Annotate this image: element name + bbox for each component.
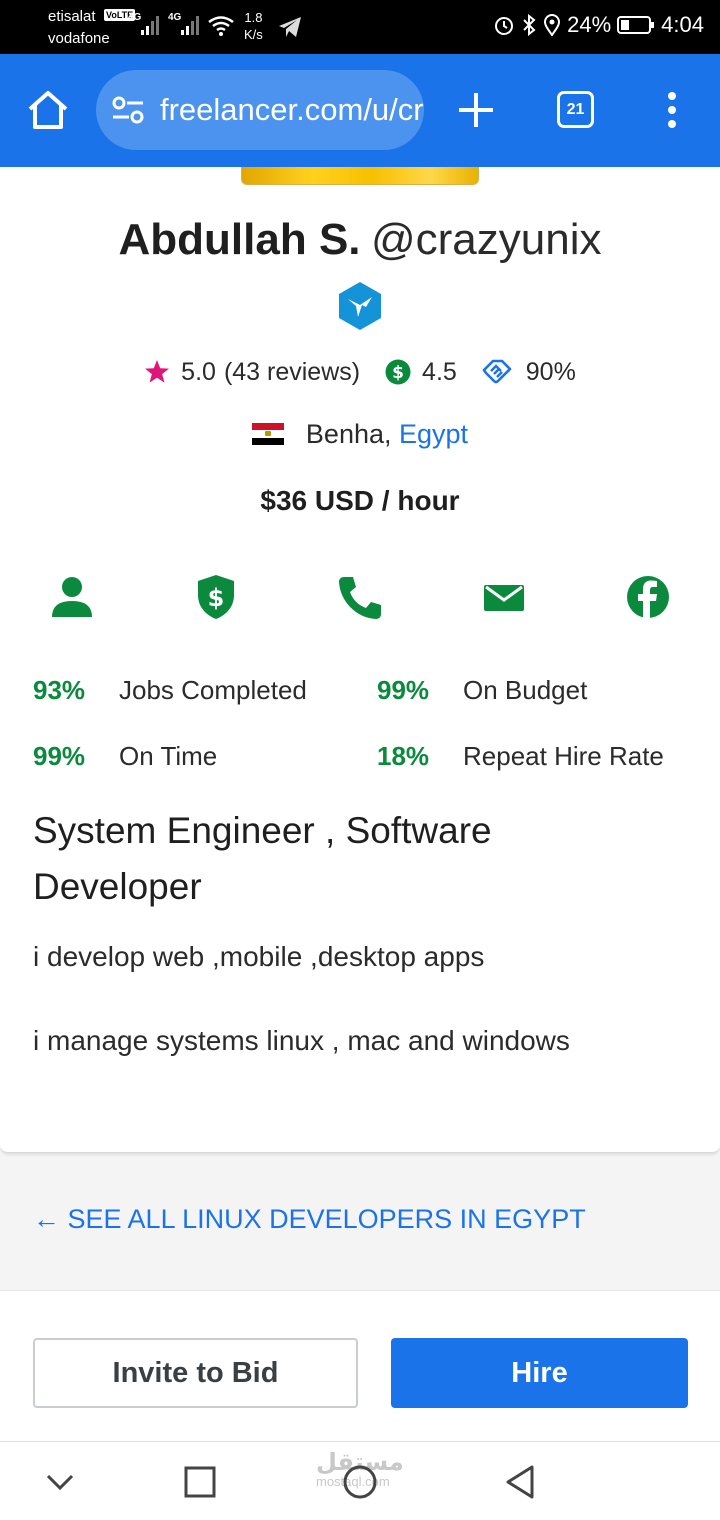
facebook-connected-icon[interactable] <box>624 573 672 621</box>
next-section-edge <box>0 1290 720 1310</box>
egypt-flag-icon <box>251 422 284 445</box>
back-triangle-icon[interactable] <box>500 1462 540 1502</box>
reviews-count: (43 reviews) <box>223 357 361 386</box>
profile-description-line: i manage systems linux , mac and windows <box>33 1025 570 1056</box>
profile-headline: System Engineer , Software Developer <box>33 810 492 907</box>
email-verified-icon[interactable] <box>480 573 528 621</box>
telegram-icon <box>279 17 301 37</box>
network-speed: 1.8 K/s <box>244 9 263 43</box>
carrier-name-1: etisalat <box>48 8 96 25</box>
speed-unit: K/s <box>244 27 263 42</box>
battery-percent: 24% <box>567 12 612 37</box>
country-link[interactable]: Egypt <box>399 419 468 449</box>
svg-text:$: $ <box>392 363 404 383</box>
rating-item[interactable]: 5.0 (43 reviews) <box>144 358 360 387</box>
status-bar: etisalat VoLTE vodafone 4G 4G 1.8 K/s 24… <box>0 0 720 54</box>
home-icon[interactable] <box>26 88 70 132</box>
profile-description-line: i develop web ,mobile ,desktop apps <box>33 941 485 972</box>
stat-label: On Budget <box>463 675 588 705</box>
rating-row: 5.0 (43 reviews) $ 4.5 90% <box>0 357 720 387</box>
location-row: Benha, Egypt <box>0 419 720 450</box>
signal-bars-icon <box>141 16 159 35</box>
city: Benha, <box>305 419 392 449</box>
svg-text:$: $ <box>208 584 225 612</box>
home-circle-icon[interactable] <box>340 1462 380 1502</box>
stat-repeat-hire-rate: 18% Repeat Hire Rate <box>377 741 664 772</box>
speed-value: 1.8 <box>244 10 263 25</box>
hire-button[interactable]: Hire <box>391 1338 688 1408</box>
new-tab-icon[interactable] <box>456 90 496 130</box>
site-settings-icon[interactable] <box>112 96 144 124</box>
handshake-icon <box>482 360 512 384</box>
chevron-down-icon[interactable] <box>40 1462 80 1502</box>
profile-name: Abdullah S. <box>118 215 361 264</box>
stat-label: On Time <box>119 741 218 771</box>
completion-rate: 90% <box>525 357 576 386</box>
address-bar[interactable]: freelancer.com/u/crazyunix <box>96 70 424 150</box>
stat-jobs-completed: 93% Jobs Completed <box>33 675 307 706</box>
profile-handle: @crazyunix <box>370 215 602 264</box>
stat-on-budget: 99% On Budget <box>377 675 587 706</box>
more-menu-icon[interactable] <box>662 92 682 128</box>
stat-percent: 18% <box>377 741 430 771</box>
verified-freelancer-badge-icon[interactable] <box>336 281 384 331</box>
star-icon <box>145 360 170 383</box>
system-nav-bar: مستقل mostaql.com <box>0 1442 720 1520</box>
dollar-icon: $ <box>385 359 411 385</box>
payment-verified-icon[interactable]: $ <box>192 573 240 621</box>
url-text[interactable]: freelancer.com/u/crazyunix <box>160 92 424 128</box>
earnings-item[interactable]: $ 4.5 <box>385 358 457 387</box>
status-right: 24% 4:04 <box>493 12 704 38</box>
stat-percent: 99% <box>33 741 86 771</box>
alarm-icon <box>495 17 514 35</box>
invite-to-bid-button[interactable]: Invite to Bid <box>33 1338 358 1408</box>
clock: 4:04 <box>661 12 704 37</box>
see-all-developers-link[interactable]: ← SEE ALL LINUX DEVELOPERS IN EGYPT <box>33 1204 586 1235</box>
earnings-score: 4.5 <box>422 357 457 386</box>
browser-toolbar: freelancer.com/u/crazyunix 21 <box>0 54 720 167</box>
stat-label: Repeat Hire Rate <box>463 741 664 771</box>
stat-percent: 99% <box>377 675 430 705</box>
phone-verified-icon[interactable] <box>336 573 384 621</box>
profile-card: Abdullah S. @crazyunix 5.0 (43 reviews) … <box>0 167 720 1153</box>
tab-switcher-button[interactable]: 21 <box>557 91 594 128</box>
identity-verified-icon[interactable] <box>48 573 96 621</box>
stat-label: Jobs Completed <box>119 675 307 705</box>
carrier-name-2: vodafone <box>48 30 110 47</box>
battery-icon <box>617 16 655 34</box>
hourly-rate: $36 USD / hour <box>260 485 460 516</box>
location-icon <box>544 14 561 36</box>
wifi-icon <box>208 16 234 36</box>
rating-value: 5.0 <box>181 357 216 386</box>
action-bar: Invite to Bid Hire <box>0 1308 720 1442</box>
recents-square-icon[interactable] <box>180 1462 220 1502</box>
profile-name-row: Abdullah S. @crazyunix <box>0 215 720 265</box>
signal-bars-icon <box>181 16 199 35</box>
stat-percent: 93% <box>33 675 86 705</box>
stat-on-time: 99% On Time <box>33 741 217 772</box>
bluetooth-icon <box>523 14 536 36</box>
completion-item[interactable]: 90% <box>482 358 576 387</box>
avatar <box>241 167 479 185</box>
